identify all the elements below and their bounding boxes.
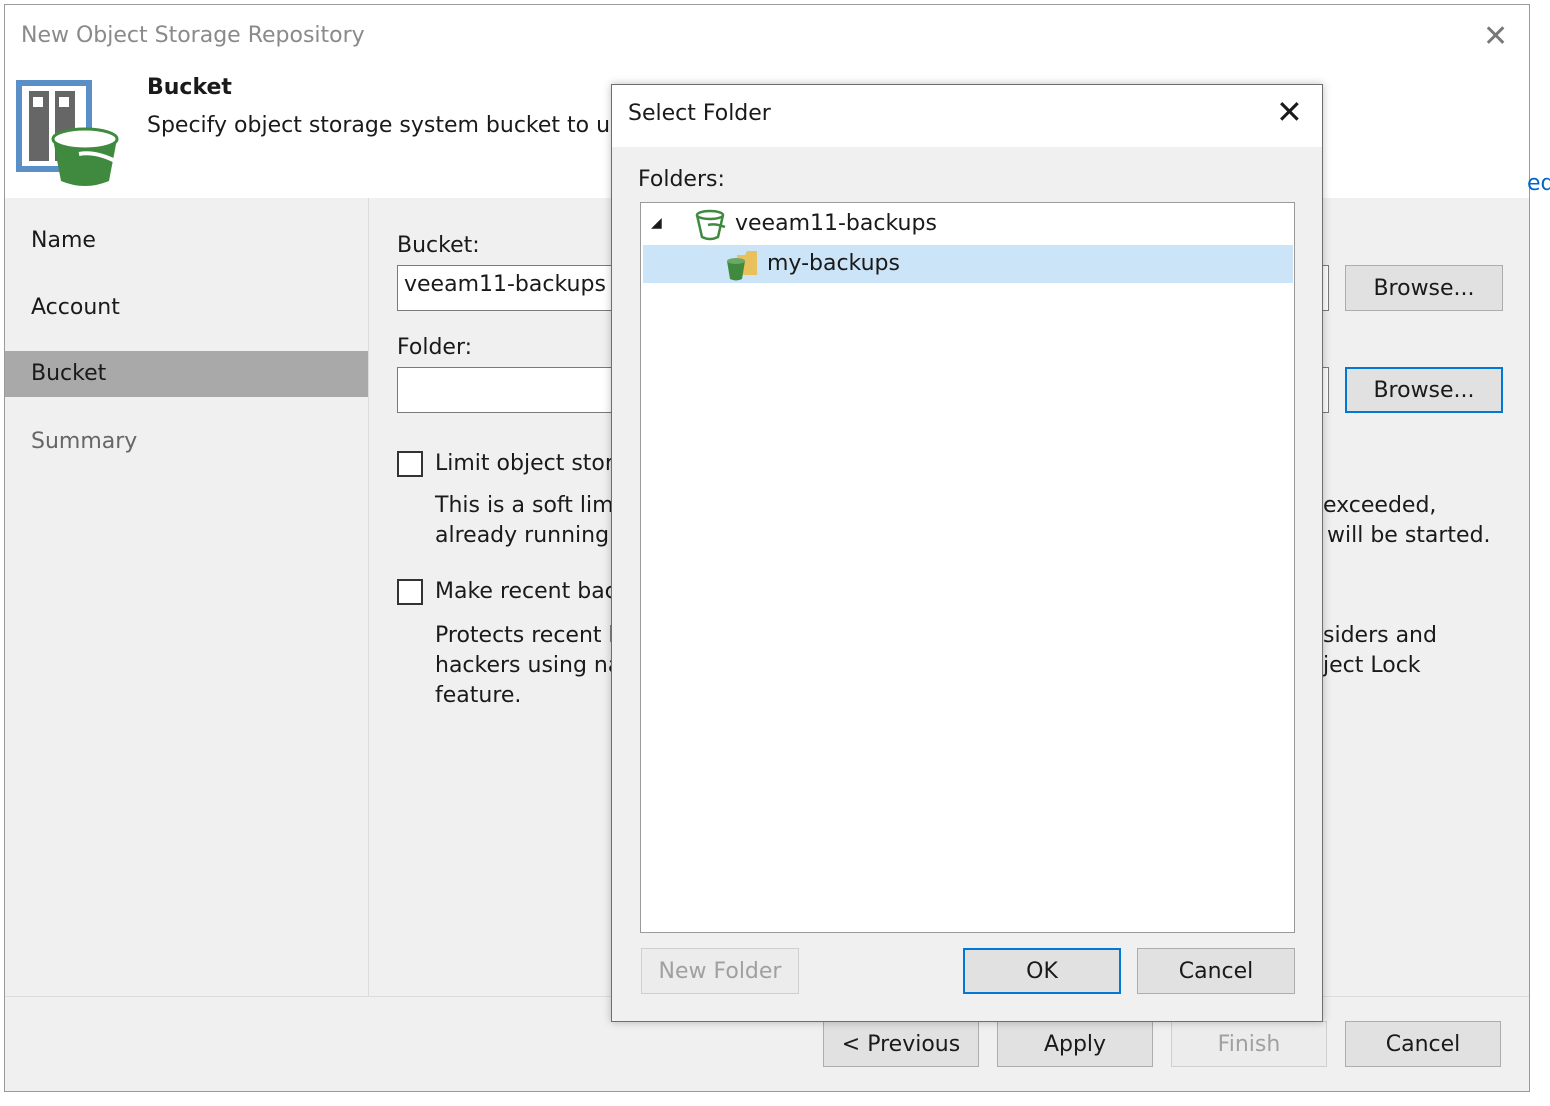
- immutable-label[interactable]: Make recent bac: [435, 579, 617, 604]
- tree-item-label: my-backups: [767, 251, 900, 276]
- nav-item-account[interactable]: Account: [31, 295, 120, 320]
- new-folder-button[interactable]: New Folder: [641, 948, 799, 994]
- browse-folder-button[interactable]: Browse...: [1345, 367, 1503, 413]
- apply-button[interactable]: Apply: [997, 1021, 1153, 1067]
- folder-tree[interactable]: ◢ veeam11-backups my-backups: [640, 202, 1295, 933]
- step-title: Bucket: [147, 75, 232, 100]
- immutable-desc: ject Lock: [1323, 653, 1421, 678]
- immutable-desc: Protects recent b: [435, 623, 623, 648]
- close-icon[interactable]: ✕: [1276, 93, 1303, 131]
- tree-item-selected[interactable]: my-backups: [643, 245, 1293, 283]
- nav-item-label: Bucket: [31, 361, 107, 386]
- bucket-icon: [695, 209, 726, 241]
- close-icon[interactable]: ✕: [1483, 19, 1508, 54]
- immutable-desc: siders and: [1323, 623, 1437, 648]
- limit-desc: exceeded,: [1323, 493, 1437, 518]
- expand-triangle-icon[interactable]: ◢: [651, 215, 662, 231]
- window-title: New Object Storage Repository: [21, 23, 365, 48]
- tree-item[interactable]: ◢ veeam11-backups: [641, 205, 1294, 243]
- step-subtitle: Specify object storage system bucket to …: [147, 113, 613, 138]
- ok-button[interactable]: OK: [963, 948, 1121, 994]
- dialog-titlebar: Select Folder ✕: [612, 85, 1322, 147]
- link-fragment[interactable]: ed: [1527, 171, 1550, 196]
- immutable-desc: hackers using na: [435, 653, 622, 678]
- dialog-cancel-button[interactable]: Cancel: [1137, 948, 1295, 994]
- immutable-checkbox[interactable]: [397, 579, 423, 605]
- limit-storage-checkbox[interactable]: [397, 451, 423, 477]
- finish-button[interactable]: Finish: [1171, 1021, 1327, 1067]
- cancel-button[interactable]: Cancel: [1345, 1021, 1501, 1067]
- dialog-title: Select Folder: [628, 101, 771, 126]
- nav-item-bucket[interactable]: Bucket: [5, 351, 368, 397]
- limit-storage-label[interactable]: Limit object stor: [435, 451, 614, 476]
- nav-item-summary[interactable]: Summary: [31, 429, 137, 454]
- bucket-label: Bucket:: [397, 233, 480, 258]
- wizard-nav: Name Account Bucket Summary: [5, 198, 369, 996]
- folders-label: Folders:: [638, 167, 725, 192]
- limit-desc: already running: [435, 523, 610, 548]
- folder-bucket-icon: [727, 251, 757, 281]
- nav-item-name[interactable]: Name: [31, 228, 96, 253]
- immutable-desc: feature.: [435, 683, 522, 708]
- previous-button[interactable]: < Previous: [823, 1021, 979, 1067]
- select-folder-dialog: Select Folder ✕ Folders: ◢ veeam11-backu…: [611, 84, 1323, 1022]
- repository-bucket-icon: [16, 80, 119, 186]
- folder-label: Folder:: [397, 335, 473, 360]
- limit-desc: This is a soft limi: [435, 493, 620, 518]
- limit-desc: will be started.: [1327, 523, 1491, 548]
- tree-item-label: veeam11-backups: [735, 211, 937, 236]
- browse-bucket-button[interactable]: Browse...: [1345, 265, 1503, 311]
